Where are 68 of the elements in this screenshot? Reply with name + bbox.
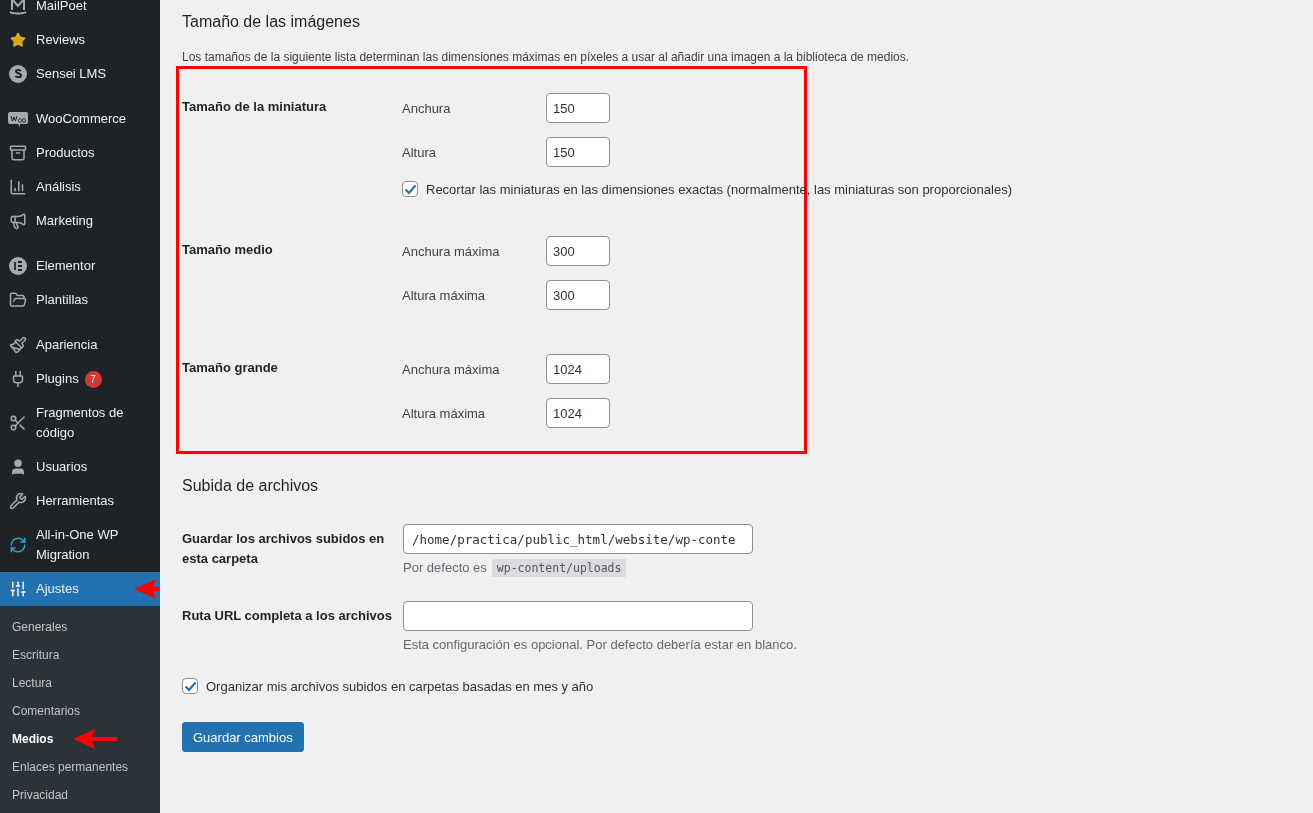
e-circle-icon [9, 257, 27, 275]
s-circle-icon [9, 65, 27, 83]
number-field[interactable]: 150 [546, 137, 610, 167]
scissors-icon [9, 414, 27, 432]
woo-icon [8, 111, 28, 127]
checkbox[interactable] [402, 181, 418, 197]
submenu-item[interactable]: Privacidad [0, 781, 160, 809]
menu-item[interactable]: Reviews [0, 23, 160, 57]
menu-item[interactable]: Análisis [0, 170, 160, 204]
folder-icon [9, 291, 27, 309]
menu-item[interactable]: Plantillas [0, 283, 160, 317]
menu-item[interactable]: MailPoet [0, 0, 160, 23]
submenu-item[interactable]: Escritura [0, 641, 160, 669]
setting-label: Ruta URL completa a los archivos [182, 607, 393, 625]
save-button[interactable]: Guardar cambios [182, 722, 304, 752]
field-label: Anchura [402, 100, 452, 116]
setting-label: Tamaño de la miniatura [182, 98, 328, 116]
menu-item[interactable]: Ajustes [0, 572, 160, 606]
field-label: Anchura máxima [402, 243, 501, 259]
checkbox-label: Organizar mis archivos subidos en carpetas basadas en mes y año [206, 678, 594, 694]
submenu-item[interactable]: Lectura [0, 669, 160, 697]
bar-chart-icon [9, 178, 27, 196]
menu-item[interactable]: Apariencia [0, 328, 160, 362]
submenu-item[interactable]: Medios [0, 725, 160, 753]
count-badge: 7 [84, 371, 102, 388]
paintbrush-icon [9, 336, 27, 354]
hint-text: Esta configuración es opcional. Por defecto debería estar en blanco. [403, 637, 797, 652]
text-field[interactable]: /home/practica/public_html/website/wp-conte [403, 524, 753, 554]
menu-item[interactable]: Fragmentos de código [0, 396, 160, 450]
user-icon [9, 458, 27, 476]
section-heading: Subida de archivos [182, 476, 320, 496]
number-field[interactable]: 300 [546, 280, 610, 310]
menu-item[interactable]: Productos [0, 136, 160, 170]
field-label: Altura [402, 144, 437, 160]
checkbox[interactable] [182, 678, 198, 694]
section-description: Los tamaños de la siguiente lista determinan las dimensiones máximas en píxeles a usar al añadir una imagen a la biblioteca de medios. [182, 50, 911, 64]
menu-item[interactable]: Usuarios [0, 450, 160, 484]
submenu-item[interactable]: Generales [0, 613, 160, 641]
field-label: Anchura máxima [402, 361, 501, 377]
envelope-m-icon [9, 0, 27, 15]
settings-icon [9, 580, 27, 598]
star-icon [10, 32, 26, 48]
archive-icon [9, 144, 27, 162]
megaphone-icon [9, 212, 27, 230]
submenu-item[interactable]: Comentarios [0, 697, 160, 725]
menu-item[interactable]: Plugins 7 [0, 362, 160, 396]
menu-item[interactable]: Herramientas [0, 484, 160, 518]
setting-label: Tamaño medio [182, 241, 274, 259]
setting-label: Guardar los archivos subidos en esta carpeta [182, 530, 386, 568]
number-field[interactable]: 300 [546, 236, 610, 266]
text-field[interactable] [403, 601, 753, 631]
hint-text: Por defecto es [403, 560, 487, 575]
code-text: wp-content/uploads [491, 559, 627, 577]
number-field[interactable]: 1024 [546, 354, 610, 384]
setting-label: Tamaño grande [182, 359, 279, 377]
menu-item[interactable]: Sensei LMS [0, 57, 160, 91]
submenu-item[interactable]: Enlaces permanentes [0, 753, 160, 781]
menu-item[interactable]: WooCommerce [0, 102, 160, 136]
field-label: Altura máxima [402, 405, 487, 421]
menu-item[interactable]: Marketing [0, 204, 160, 238]
number-field[interactable]: 150 [546, 93, 610, 123]
field-label: Altura máxima [402, 287, 487, 303]
circular-arrow-icon [9, 536, 27, 554]
number-field[interactable]: 1024 [546, 398, 610, 428]
menu-item[interactable]: Elementor [0, 249, 160, 283]
wrench-icon [9, 492, 27, 510]
menu-item[interactable]: All-in-One WP Migration [0, 518, 160, 572]
section-heading: Tamaño de las imágenes [182, 12, 361, 32]
